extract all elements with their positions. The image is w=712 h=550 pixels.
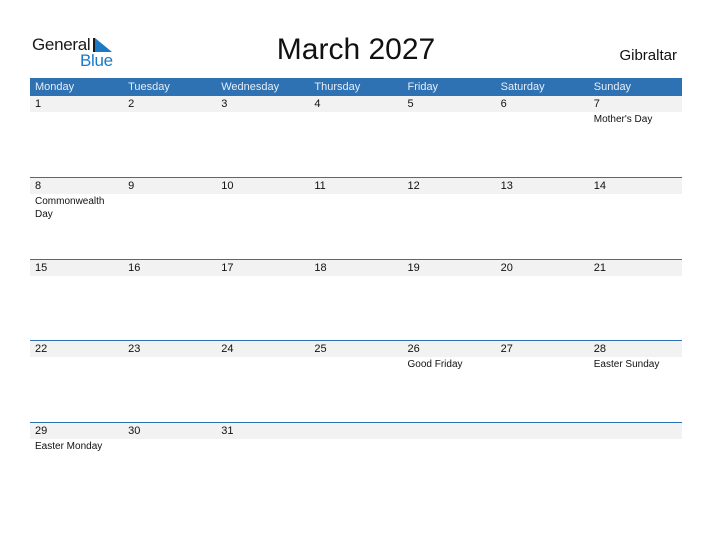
day-number: 5 bbox=[407, 98, 414, 110]
holiday-label bbox=[496, 194, 589, 221]
holiday-label bbox=[496, 439, 589, 453]
day-number: 19 bbox=[407, 261, 420, 274]
day-number: 12 bbox=[407, 180, 420, 192]
event-row: Mother's Day bbox=[30, 112, 682, 126]
day-number: 21 bbox=[593, 261, 606, 274]
day-number bbox=[589, 423, 682, 439]
holiday-label bbox=[403, 194, 496, 221]
day-number: 27 bbox=[500, 343, 513, 355]
event-row bbox=[30, 276, 682, 277]
holiday-label bbox=[589, 194, 682, 221]
holiday-label bbox=[309, 357, 402, 371]
week-row: 29 30 31 Easter Monday bbox=[30, 421, 682, 504]
day-number: 17 bbox=[221, 261, 234, 274]
holiday-label bbox=[309, 276, 402, 277]
holiday-label bbox=[30, 357, 123, 371]
weekday-header: Monday Tuesday Wednesday Thursday Friday… bbox=[30, 78, 682, 96]
day-number: 1 bbox=[35, 98, 42, 110]
holiday-label bbox=[496, 276, 589, 277]
holiday-label: Easter Monday bbox=[35, 440, 103, 452]
day-number: 16 bbox=[128, 261, 141, 274]
day-number: 8 bbox=[35, 180, 42, 192]
holiday-label bbox=[123, 357, 216, 371]
day-number: 3 bbox=[221, 98, 228, 110]
week-row: 22 23 24 25 26 27 28 Good Friday Easter Sunday bbox=[30, 340, 682, 422]
day-number: 29 bbox=[35, 424, 48, 437]
event-row: Good Friday Easter Sunday bbox=[30, 357, 682, 371]
day-number: 7 bbox=[593, 98, 600, 110]
weekday-thursday: Thursday bbox=[314, 81, 361, 93]
day-number: 24 bbox=[221, 343, 234, 355]
day-number bbox=[309, 423, 402, 439]
day-number: 30 bbox=[128, 424, 141, 437]
day-number: 2 bbox=[128, 98, 135, 110]
weekday-saturday: Saturday bbox=[500, 81, 545, 93]
day-number: 22 bbox=[35, 343, 48, 355]
holiday-label bbox=[309, 439, 402, 453]
weekday-monday: Monday bbox=[35, 81, 75, 93]
holiday-label bbox=[309, 112, 402, 126]
day-number: 9 bbox=[128, 180, 135, 192]
country-label: Gibraltar bbox=[619, 47, 677, 64]
day-number: 6 bbox=[500, 98, 507, 110]
holiday-label bbox=[30, 276, 123, 277]
day-number-bar: 8 9 10 11 12 13 14 bbox=[30, 178, 682, 194]
holiday-label bbox=[496, 112, 589, 126]
day-number: 14 bbox=[593, 180, 606, 192]
holiday-label bbox=[589, 276, 682, 277]
holiday-label bbox=[403, 112, 496, 126]
holiday-label bbox=[589, 439, 682, 453]
day-number-bar: 1 2 3 4 5 6 7 bbox=[30, 96, 682, 112]
day-number: 18 bbox=[314, 261, 327, 274]
weekday-sunday: Sunday bbox=[593, 81, 632, 93]
page-title: March 2027 bbox=[276, 33, 436, 66]
holiday-label bbox=[403, 276, 496, 277]
day-number: 28 bbox=[593, 343, 606, 355]
holiday-label bbox=[403, 439, 496, 453]
holiday-label bbox=[123, 276, 216, 277]
holiday-label bbox=[123, 194, 216, 221]
day-number: 20 bbox=[500, 261, 513, 274]
holiday-label: Commonwealth Day bbox=[35, 196, 105, 220]
day-number-bar: 29 30 31 bbox=[30, 422, 682, 439]
day-number-bar: 22 23 24 25 26 27 28 bbox=[30, 341, 682, 357]
day-number: 4 bbox=[314, 98, 321, 110]
holiday-label bbox=[123, 112, 216, 126]
weekday-friday: Friday bbox=[407, 81, 439, 93]
day-number bbox=[403, 423, 496, 439]
day-number: 13 bbox=[500, 180, 513, 192]
event-row: Commonwealth Day bbox=[30, 194, 682, 221]
holiday-label: Good Friday bbox=[407, 359, 463, 370]
calendar-grid: Monday Tuesday Wednesday Thursday Friday… bbox=[30, 78, 682, 503]
holiday-label bbox=[216, 194, 309, 221]
holiday-label bbox=[216, 439, 309, 453]
week-row: 8 9 10 11 12 13 14 Commonwealth Day bbox=[30, 177, 682, 259]
weekday-wednesday: Wednesday bbox=[221, 81, 280, 93]
day-number: 10 bbox=[221, 180, 234, 192]
holiday-label bbox=[216, 357, 309, 371]
day-number: 23 bbox=[128, 343, 141, 355]
holiday-label: Easter Sunday bbox=[593, 359, 660, 370]
weekday-tuesday: Tuesday bbox=[128, 81, 170, 93]
holiday-label bbox=[216, 112, 309, 126]
holiday-label: Mother's Day bbox=[593, 114, 653, 125]
holiday-label bbox=[496, 357, 589, 371]
day-number-bar: 15 16 17 18 19 20 21 bbox=[30, 259, 682, 276]
week-row: 15 16 17 18 19 20 21 bbox=[30, 258, 682, 341]
day-number: 11 bbox=[314, 180, 326, 192]
day-number: 31 bbox=[221, 424, 234, 437]
holiday-label bbox=[216, 276, 309, 277]
day-number: 26 bbox=[407, 343, 420, 355]
event-row: Easter Monday bbox=[30, 439, 682, 453]
day-number: 15 bbox=[35, 261, 48, 274]
day-number: 25 bbox=[314, 343, 327, 355]
holiday-label bbox=[123, 439, 216, 453]
holiday-label bbox=[30, 112, 123, 126]
day-number bbox=[496, 423, 589, 439]
week-row: 1 2 3 4 5 6 7 Mother's Day bbox=[30, 96, 682, 177]
holiday-label bbox=[309, 194, 402, 221]
